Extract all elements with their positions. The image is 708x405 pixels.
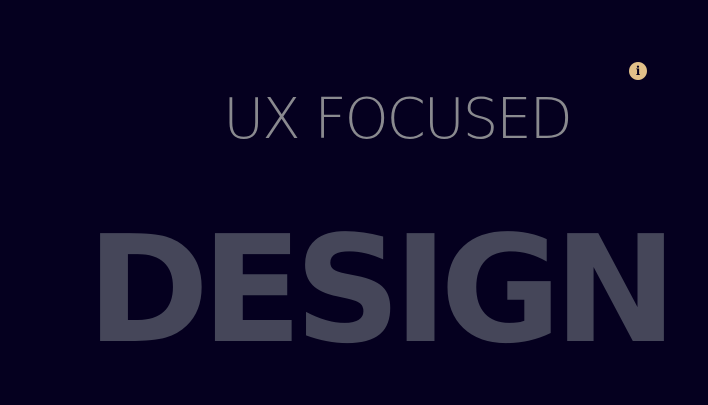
hero-section: UX FOCUSED DESIGN i: [0, 0, 708, 405]
hero-subtitle: UX FOCUSED: [223, 87, 573, 152]
hero-headline: DESIGN: [86, 204, 678, 376]
info-icon-glyph: i: [635, 64, 641, 78]
info-icon[interactable]: i: [629, 62, 647, 80]
